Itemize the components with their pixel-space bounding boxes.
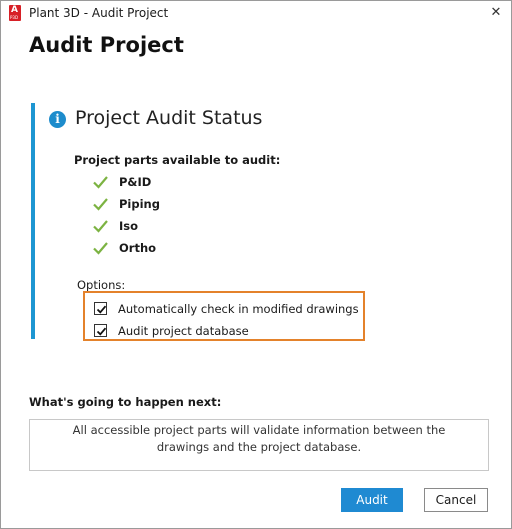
auto-checkin-label[interactable]: Automatically check in modified drawings	[118, 302, 359, 316]
title-bar: A P3D Plant 3D - Audit Project ✕	[1, 1, 511, 27]
next-steps-description: All accessible project parts will valida…	[29, 419, 489, 471]
logo-letter: A	[11, 5, 18, 15]
part-label: Ortho	[119, 241, 157, 255]
close-icon[interactable]: ✕	[487, 4, 505, 22]
info-icon: i	[49, 111, 66, 128]
check-icon	[93, 198, 108, 211]
part-label: Iso	[119, 219, 139, 233]
audit-database-checkbox[interactable]	[94, 324, 107, 337]
options-label: Options:	[77, 278, 126, 292]
next-steps-label: What's going to happen next:	[29, 395, 222, 409]
auto-checkin-checkbox[interactable]	[94, 302, 107, 315]
parts-label: Project parts available to audit:	[74, 153, 281, 167]
status-accent-bar	[31, 103, 35, 339]
checkmark-icon	[96, 327, 107, 336]
audit-database-label[interactable]: Audit project database	[118, 324, 249, 338]
checkmark-icon	[96, 305, 107, 314]
next-steps-line-1: All accessible project parts will valida…	[72, 423, 446, 437]
audit-project-dialog: A P3D Plant 3D - Audit Project ✕ Audit P…	[0, 0, 512, 529]
check-icon	[93, 242, 108, 255]
check-icon	[93, 176, 108, 189]
status-title: Project Audit Status	[75, 107, 263, 129]
logo-subtext: P3D	[10, 15, 19, 20]
page-title: Audit Project	[29, 33, 184, 57]
check-icon	[93, 220, 108, 233]
cancel-button[interactable]: Cancel	[424, 488, 488, 512]
audit-button[interactable]: Audit	[341, 488, 403, 512]
window-title: Plant 3D - Audit Project	[29, 6, 169, 20]
autocad-plant-logo-icon: A P3D	[9, 5, 21, 21]
next-steps-line-2: drawings and the project database.	[156, 440, 362, 454]
options-highlight-box: Automatically check in modified drawings…	[83, 291, 365, 341]
project-audit-status-panel: i Project Audit Status Project parts ava…	[31, 103, 491, 341]
part-label: Piping	[119, 197, 160, 211]
part-label: P&ID	[119, 175, 152, 189]
